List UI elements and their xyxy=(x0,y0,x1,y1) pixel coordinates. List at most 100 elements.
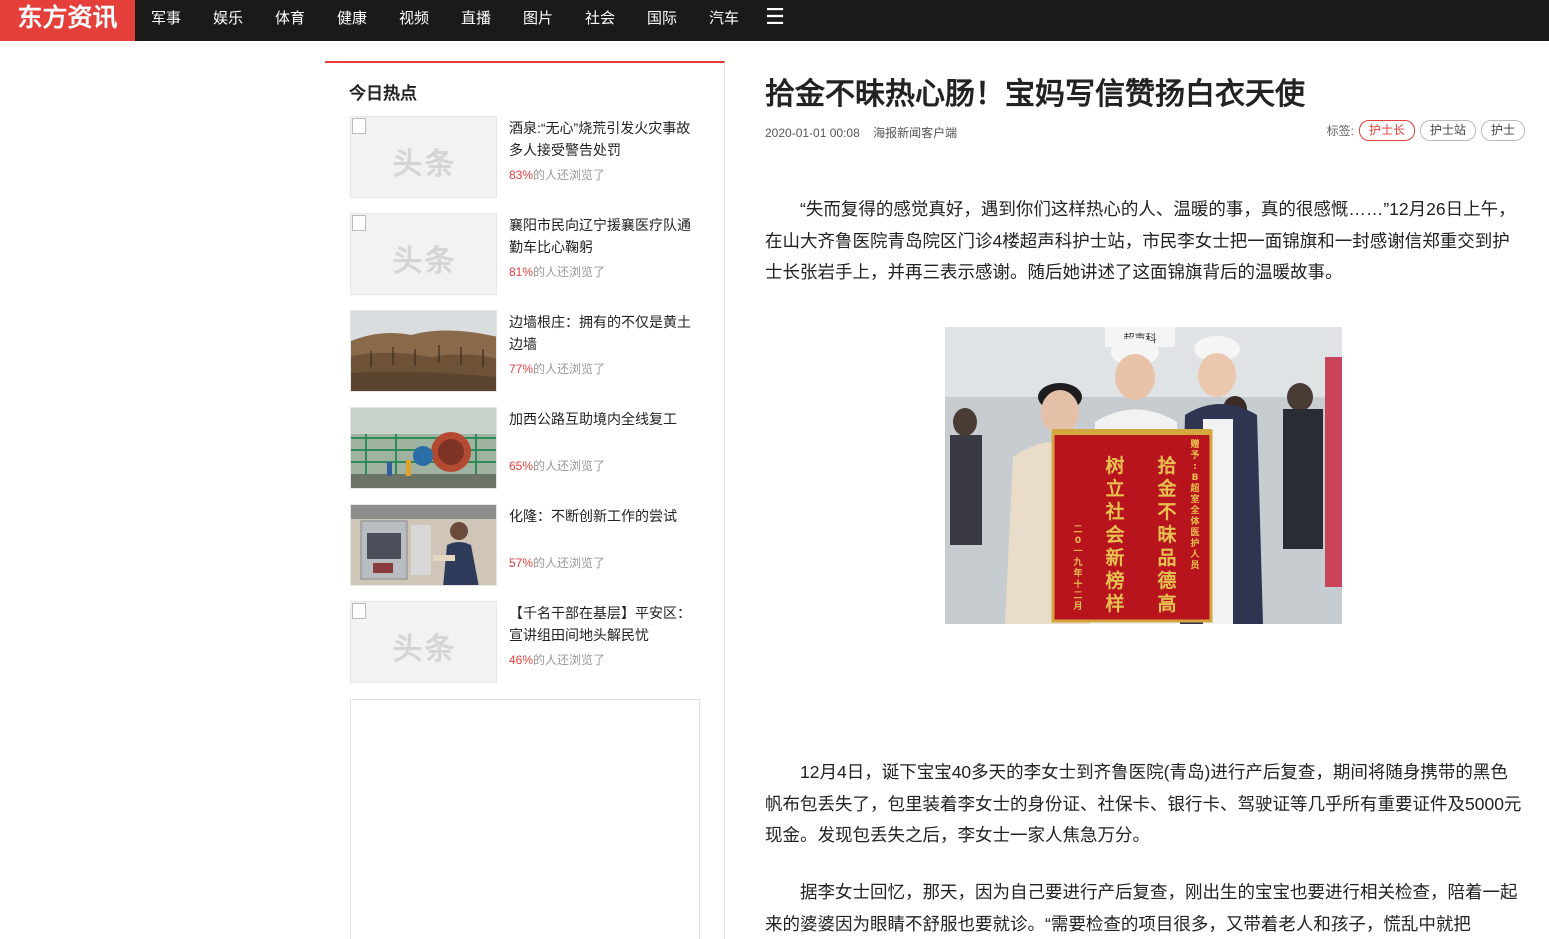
broken-image-icon xyxy=(352,215,366,231)
svg-text:高: 高 xyxy=(1157,592,1176,615)
tag-nurse-station[interactable]: 护士站 xyxy=(1419,120,1476,141)
svg-text:0: 0 xyxy=(1075,536,1081,546)
svg-text:昧: 昧 xyxy=(1157,524,1177,546)
svg-text:社: 社 xyxy=(1104,500,1124,523)
nav-item-military[interactable]: 军事 xyxy=(135,0,197,41)
hot-item-title[interactable]: 边墙根庄：拥有的不仅是黄土边墙 xyxy=(509,311,699,355)
article-title: 拾金不昧热心肠！宝妈写信赞扬白衣天使 xyxy=(765,78,1305,111)
svg-text:会: 会 xyxy=(1105,523,1124,546)
kitchen-photo xyxy=(351,505,496,585)
svg-text::: : xyxy=(1193,462,1197,472)
svg-text:拾: 拾 xyxy=(1157,454,1176,477)
svg-text:新: 新 xyxy=(1105,546,1124,569)
svg-text:德: 德 xyxy=(1157,569,1176,592)
tag-nurse[interactable]: 护士 xyxy=(1480,120,1525,141)
hot-item-stat: 65%的人还浏览了 xyxy=(509,459,606,473)
svg-text:样: 样 xyxy=(1105,592,1124,615)
hot-item[interactable]: 边墙根庄：拥有的不仅是黄土边墙 77%的人还浏览了 xyxy=(350,310,710,392)
hot-item-title[interactable]: 加西公路互助境内全线复工 xyxy=(509,408,699,430)
svg-text:室: 室 xyxy=(1190,493,1199,505)
article-paragraph: 12月4日，诞下宝宝40多天的李女士到齐鲁医院(青岛)进行产后复查，期间将随身携… xyxy=(765,762,1522,845)
article-date: 2020-01-01 00:08 xyxy=(765,126,860,140)
hot-item[interactable]: 头条 襄阳市民向辽宁援襄医疗队通勤车比心鞠躬 81%的人还浏览了 xyxy=(350,213,710,295)
svg-text:予: 予 xyxy=(1190,450,1199,461)
hot-item-stat: 77%的人还浏览了 xyxy=(509,362,606,376)
hot-item-title[interactable]: 襄阳市民向辽宁援襄医疗队通勤车比心鞠躬 xyxy=(509,214,699,258)
article: 拾金不昧热心肠！宝妈写信赞扬白衣天使 2020-01-01 00:08 海报新闻… xyxy=(765,72,1525,934)
placeholder-logo: 头条 xyxy=(392,245,457,278)
nav-item-society[interactable]: 社会 xyxy=(569,0,631,41)
dirt-field-photo xyxy=(351,311,496,391)
hot-item-thumbnail[interactable] xyxy=(350,407,497,489)
hot-item-title[interactable]: 【千名干部在基层】平安区：宣讲组田间地头解民忧 xyxy=(509,602,699,646)
svg-text:护: 护 xyxy=(1190,537,1199,549)
hot-item[interactable]: 加西公路互助境内全线复工 65%的人还浏览了 xyxy=(350,407,710,489)
article-paragraph: “失而复得的感觉真好，遇到你们这样热心的人、温暖的事，真的很感慨……”12月26… xyxy=(765,199,1516,282)
hot-item-stat: 46%的人还浏览了 xyxy=(509,653,606,667)
svg-text:体: 体 xyxy=(1190,515,1200,527)
hot-item-thumbnail[interactable] xyxy=(350,504,497,586)
banner-line-2: 树立社会新榜样 xyxy=(1104,454,1124,615)
hot-item-stat: 81%的人还浏览了 xyxy=(509,265,606,279)
site-logo[interactable]: 东方资讯 xyxy=(0,0,135,41)
hot-item-thumbnail[interactable]: 头条 xyxy=(350,601,497,683)
hot-item[interactable]: 头条 【千名干部在基层】平安区：宣讲组田间地头解民忧 46%的人还浏览了 xyxy=(350,601,710,683)
svg-text:二: 二 xyxy=(1073,525,1082,535)
nav-item-auto[interactable]: 汽车 xyxy=(693,0,755,41)
nav-item-sports[interactable]: 体育 xyxy=(259,0,321,41)
banner-date: 二0一九年十二月 xyxy=(1072,525,1082,612)
svg-text:超: 超 xyxy=(1189,482,1200,494)
banner-line-1: 拾金不昧品德高 xyxy=(1156,454,1177,615)
hot-item[interactable]: 头条 酒泉:“无心”烧荒引发火灾事故 多人接受警告处罚 83%的人还浏览了 xyxy=(350,116,710,198)
hot-item-stat: 83%的人还浏览了 xyxy=(509,168,606,182)
svg-text:人: 人 xyxy=(1189,548,1200,560)
hot-item-thumbnail[interactable] xyxy=(350,310,497,392)
svg-text:医: 医 xyxy=(1190,527,1199,538)
hot-item-title[interactable]: 酒泉:“无心”烧荒引发火灾事故 多人接受警告处罚 xyxy=(509,117,699,161)
tags-label: 标签: xyxy=(1326,124,1354,138)
hot-item-stat: 57%的人还浏览了 xyxy=(509,556,606,570)
nav-item-live[interactable]: 直播 xyxy=(445,0,507,41)
banner-dedication: 赠予:B超室全体医护人员 xyxy=(1189,438,1200,571)
svg-text:榜: 榜 xyxy=(1105,569,1124,592)
svg-text:九: 九 xyxy=(1072,556,1082,568)
placeholder-logo: 头条 xyxy=(392,633,457,666)
top-nav-bar: 东方资讯 军事 娱乐 体育 健康 视频 直播 图片 社会 国际 汽车 ☰ xyxy=(0,0,1549,41)
banner-presentation-photo: 超声科 拾 xyxy=(945,327,1342,624)
article-source[interactable]: 海报新闻客户端 xyxy=(873,126,957,140)
sidebar-title: 今日热点 xyxy=(349,84,417,103)
placeholder-logo: 头条 xyxy=(392,148,457,181)
nav-item-international[interactable]: 国际 xyxy=(631,0,693,41)
svg-text:一: 一 xyxy=(1073,547,1082,557)
svg-text:年: 年 xyxy=(1073,567,1082,579)
svg-text:赠: 赠 xyxy=(1190,438,1199,450)
article-tags: 标签: 护士长 护士站 护士 xyxy=(1327,120,1525,141)
svg-text:B: B xyxy=(1192,473,1199,483)
hot-news-sidebar: 今日热点 头条 酒泉:“无心”烧荒引发火灾事故 多人接受警告处罚 83%的人还浏… xyxy=(325,61,725,939)
hot-item[interactable]: 化隆：不断创新工作的尝试 57%的人还浏览了 xyxy=(350,504,710,586)
svg-text:树: 树 xyxy=(1105,454,1124,477)
nav-item-video[interactable]: 视频 xyxy=(383,0,445,41)
nav-item-pictures[interactable]: 图片 xyxy=(507,0,569,41)
tag-head-nurse[interactable]: 护士长 xyxy=(1358,120,1415,141)
ad-slot[interactable] xyxy=(350,699,700,939)
hot-item-thumbnail[interactable]: 头条 xyxy=(350,213,497,295)
svg-text:品: 品 xyxy=(1157,547,1176,569)
svg-text:二: 二 xyxy=(1073,591,1082,601)
svg-text:月: 月 xyxy=(1072,601,1082,612)
nav-item-entertainment[interactable]: 娱乐 xyxy=(197,0,259,41)
svg-text:金: 金 xyxy=(1156,477,1177,500)
svg-text:员: 员 xyxy=(1190,560,1199,571)
nav-item-health[interactable]: 健康 xyxy=(321,0,383,41)
hot-item-title[interactable]: 化隆：不断创新工作的尝试 xyxy=(509,505,699,527)
article-meta: 2020-01-01 00:08 海报新闻客户端 xyxy=(765,124,967,141)
svg-text:十: 十 xyxy=(1073,578,1082,590)
article-paragraph: 据李女士回忆，那天，因为自己要进行产后复查，刚出生的宝宝也要进行相关检查，陪着一… xyxy=(765,882,1518,934)
svg-text:立: 立 xyxy=(1105,477,1124,500)
menu-icon[interactable]: ☰ xyxy=(755,0,795,41)
construction-photo xyxy=(351,408,496,488)
broken-image-icon xyxy=(352,118,366,134)
article-photo: 超声科 拾 xyxy=(945,327,1342,624)
svg-text:全: 全 xyxy=(1189,504,1200,516)
hot-item-thumbnail[interactable]: 头条 xyxy=(350,116,497,198)
